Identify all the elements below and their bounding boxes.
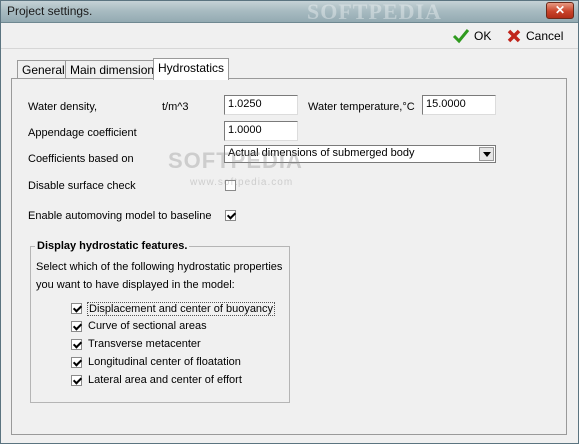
feature-checkbox-displacement[interactable]: [71, 303, 82, 314]
feature-checkbox-floatation[interactable]: [71, 357, 82, 368]
cancel-button[interactable]: Cancel: [506, 27, 563, 45]
feature-checkbox-transverse-metacenter[interactable]: [71, 339, 82, 350]
feature-label-displacement: Displacement and center of buoyancy: [87, 302, 276, 316]
water-density-unit: t/m^3: [162, 101, 189, 113]
feature-label-transverse-metacenter: Transverse metacenter: [88, 338, 201, 350]
cancel-label: Cancel: [526, 29, 564, 43]
hydrostatic-features-group: Display hydrostatic features. Select whi…: [30, 240, 290, 403]
watermark-logo: SOFTPEDIA: [168, 148, 303, 173]
water-temperature-label: Water temperature,°C: [308, 101, 415, 113]
feature-checkbox-sectional-areas[interactable]: [71, 321, 82, 332]
feature-checkbox-lateral-area[interactable]: [71, 375, 82, 386]
disable-surface-label: Disable surface check: [28, 180, 136, 192]
window-title: Project settings.: [7, 4, 93, 18]
water-density-label: Water density,: [28, 101, 98, 113]
group-desc-line1: Select which of the following hydrostati…: [36, 261, 283, 273]
group-desc-line2: you want to have displayed in the model:: [36, 279, 235, 291]
close-button[interactable]: ✕: [546, 2, 574, 19]
feature-label-lateral-area: Lateral area and center of effort: [88, 374, 242, 386]
automoving-checkbox[interactable]: [225, 210, 236, 221]
automoving-label: Enable automoving model to baseline: [28, 210, 212, 222]
title-bar[interactable]: Project settings. SOFTPEDIA ✕: [1, 0, 578, 24]
water-temperature-field[interactable]: 15.0000: [422, 95, 496, 115]
coefficients-label: Coefficients based on: [28, 153, 134, 165]
feature-label-sectional-areas: Curve of sectional areas: [88, 320, 207, 332]
ok-button[interactable]: OK: [452, 27, 491, 45]
chevron-down-icon[interactable]: [479, 147, 494, 161]
tab-hydrostatics[interactable]: Hydrostatics: [153, 58, 230, 80]
project-settings-window: Project settings. SOFTPEDIA ✕ OK Cancel …: [0, 0, 579, 444]
toolbar: OK Cancel: [1, 23, 578, 49]
appendage-label: Appendage coefficient: [28, 127, 137, 139]
checkmark-icon: [452, 29, 470, 44]
title-watermark: SOFTPEDIA: [307, 0, 442, 24]
tab-main-dimensions[interactable]: Main dimensions: [65, 60, 166, 79]
ok-label: OK: [474, 29, 492, 43]
watermark-url: www.softpedia.com: [190, 177, 294, 188]
water-density-field[interactable]: 1.0250: [224, 95, 298, 115]
feature-label-floatation: Longitudinal center of floatation: [88, 356, 241, 368]
hydrostatics-panel: Water density, t/m^3 1.0250 Water temper…: [11, 78, 567, 435]
group-title: Display hydrostatic features.: [35, 240, 190, 252]
appendage-field[interactable]: 1.0000: [224, 121, 298, 141]
cross-icon: [507, 29, 521, 43]
tab-general[interactable]: General: [17, 60, 70, 79]
